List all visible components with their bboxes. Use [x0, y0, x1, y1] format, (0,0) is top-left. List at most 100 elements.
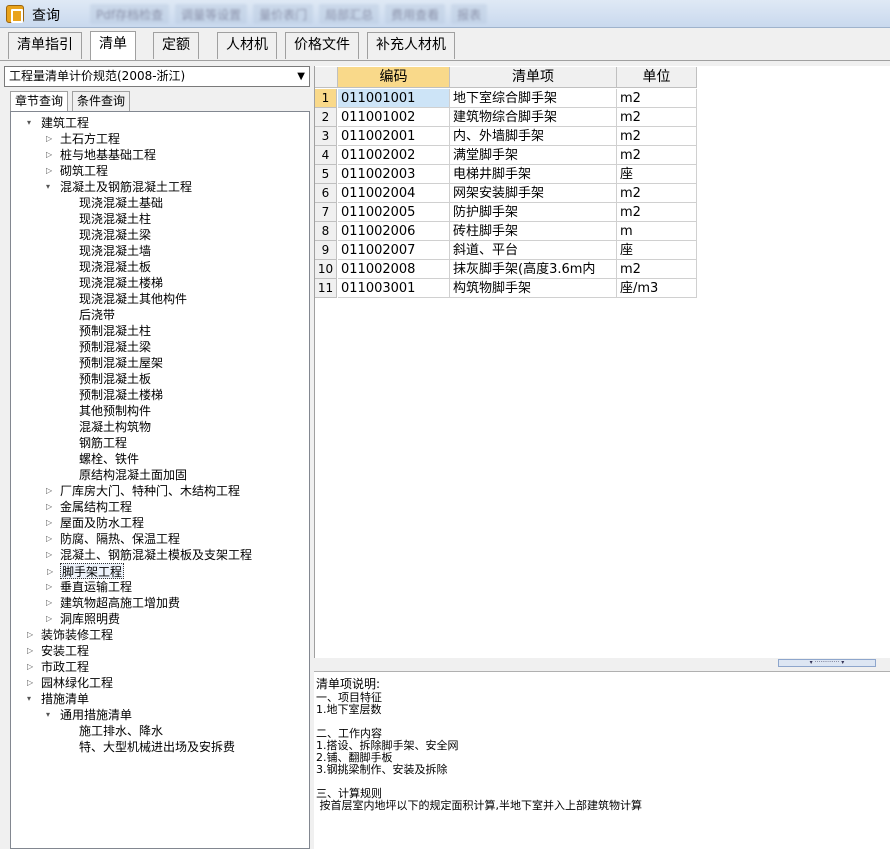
tree-node[interactable]: 施工排水、降水 [79, 723, 163, 739]
row-number[interactable]: 1 [315, 89, 337, 108]
tree-node[interactable]: 现浇混凝土柱 [79, 211, 151, 227]
row-number[interactable]: 3 [315, 127, 337, 146]
tree-node[interactable]: 预制混凝土板 [79, 371, 151, 387]
grid-cell[interactable]: 011002004 [338, 184, 450, 203]
row-number[interactable]: 5 [315, 165, 337, 184]
tree-node[interactable]: 预制混凝土屋架 [79, 355, 163, 371]
grid-cell[interactable]: m2 [617, 260, 697, 279]
grid-cell[interactable]: 座 [617, 165, 697, 184]
grid-cell[interactable]: m2 [617, 89, 697, 108]
tree-node[interactable]: ▷ 桩与地基基础工程 [46, 147, 156, 163]
tree-node[interactable]: 现浇混凝土其他构件 [79, 291, 187, 307]
grid-cell[interactable]: m2 [617, 127, 697, 146]
tree-node[interactable]: ▾ 通用措施清单 [46, 707, 132, 723]
tab-0[interactable]: 清单指引 [8, 32, 82, 59]
tree-node[interactable]: ▷ 防腐、隔热、保温工程 [46, 531, 180, 547]
grid-cell[interactable]: 座/m3 [617, 279, 697, 298]
grid-cell[interactable]: 011002005 [338, 203, 450, 222]
tree-node[interactable]: ▷ 洞库照明费 [46, 611, 120, 627]
tab-5[interactable]: 补充人材机 [367, 32, 455, 59]
row-number[interactable]: 10 [315, 260, 337, 279]
tree-node[interactable]: 预制混凝土梁 [79, 339, 151, 355]
tree-node[interactable]: ▷ 市政工程 [27, 659, 89, 675]
tree-toggle-icon[interactable]: ▷ [27, 627, 37, 643]
grid-cell[interactable]: 构筑物脚手架 [450, 279, 617, 298]
tree-node[interactable]: 螺栓、铁件 [79, 451, 139, 467]
grid-cell[interactable]: 011002002 [338, 146, 450, 165]
tree-node[interactable]: 现浇混凝土楼梯 [79, 275, 163, 291]
tree-node[interactable]: 原结构混凝土面加固 [79, 467, 187, 483]
tree-node[interactable]: ▷ 混凝土、钢筋混凝土模板及支架工程 [46, 547, 252, 563]
grid-cell[interactable]: 斜道、平台 [450, 241, 617, 260]
tree-toggle-icon[interactable]: ▷ [46, 499, 56, 515]
spec-dropdown[interactable]: 工程量清单计价规范(2008-浙江) ▼ [4, 66, 310, 87]
row-number[interactable]: 7 [315, 203, 337, 222]
row-number[interactable]: 9 [315, 241, 337, 260]
grid-cell[interactable]: m2 [617, 146, 697, 165]
tree-toggle-icon[interactable]: ▷ [46, 163, 56, 179]
grid-cell[interactable]: 抹灰脚手架(高度3.6m内 [450, 260, 617, 279]
tab-3[interactable]: 人材机 [217, 32, 277, 59]
tree-toggle-icon[interactable]: ▷ [46, 483, 56, 499]
tree-node[interactable]: ▾ 混凝土及钢筋混凝土工程 [46, 179, 192, 195]
splitter-handle[interactable]: ▾ ············· ▾ [778, 659, 876, 667]
tree-node[interactable]: 现浇混凝土板 [79, 259, 151, 275]
tree-toggle-icon[interactable]: ▷ [46, 515, 56, 531]
tree-node[interactable]: ▷ 屋面及防水工程 [46, 515, 144, 531]
subtab-condition[interactable]: 条件查询 [72, 91, 131, 111]
tree-node[interactable]: ▷ 砌筑工程 [46, 163, 108, 179]
tree-node[interactable]: 预制混凝土楼梯 [79, 387, 163, 403]
tree-toggle-icon[interactable]: ▾ [27, 691, 37, 707]
subtab-chapter[interactable]: 章节查询 [10, 91, 69, 112]
grid-cell[interactable]: 011002007 [338, 241, 450, 260]
tree-node[interactable]: ▷ 脚手架工程 [47, 563, 125, 579]
grid-cell[interactable]: m [617, 222, 697, 241]
grid-cell[interactable]: 011002008 [338, 260, 450, 279]
row-number[interactable]: 6 [315, 184, 337, 203]
tree-node[interactable]: 特、大型机械进出场及安拆费 [79, 739, 235, 755]
row-number[interactable]: 4 [315, 146, 337, 165]
row-number[interactable]: 2 [315, 108, 337, 127]
grid-cell[interactable]: 网架安装脚手架 [450, 184, 617, 203]
tree-node[interactable]: ▷ 土石方工程 [46, 131, 120, 147]
tree-toggle-icon[interactable]: ▷ [46, 131, 56, 147]
tree-toggle-icon[interactable]: ▷ [46, 611, 56, 627]
tree-node[interactable]: ▷ 厂库房大门、特种门、木结构工程 [46, 483, 240, 499]
tab-1[interactable]: 清单 [90, 31, 136, 60]
tree-node[interactable]: ▷ 装饰装修工程 [27, 627, 113, 643]
tree-toggle-icon[interactable]: ▷ [27, 643, 37, 659]
tree-toggle-icon[interactable]: ▾ [27, 115, 37, 131]
dropdown-arrow-icon[interactable]: ▼ [297, 67, 305, 86]
grid-cell[interactable]: 地下室综合脚手架 [450, 89, 617, 108]
grid-cell[interactable]: 011003001 [338, 279, 450, 298]
tree-node[interactable]: 其他预制构件 [79, 403, 151, 419]
tree-toggle-icon[interactable]: ▷ [46, 147, 56, 163]
tree-node[interactable]: ▷ 建筑物超高施工增加费 [46, 595, 180, 611]
tab-4[interactable]: 价格文件 [285, 32, 359, 59]
grid-cell[interactable]: 座 [617, 241, 697, 260]
row-number[interactable]: 11 [315, 279, 337, 298]
tree-toggle-icon[interactable]: ▷ [46, 547, 56, 563]
tree-toggle-icon[interactable]: ▷ [46, 595, 56, 611]
grid-cell[interactable]: 011002006 [338, 222, 450, 241]
tree-node[interactable]: ▾ 建筑工程 [27, 115, 89, 131]
tree-node[interactable]: ▾ 措施清单 [27, 691, 89, 707]
grid-cell[interactable]: 电梯井脚手架 [450, 165, 617, 184]
grid-cell[interactable]: m2 [617, 108, 697, 127]
grid-cell[interactable]: 砖柱脚手架 [450, 222, 617, 241]
tree-toggle-icon[interactable]: ▾ [46, 707, 56, 723]
row-number[interactable]: 8 [315, 222, 337, 241]
tree-node[interactable]: 钢筋工程 [79, 435, 127, 451]
grid-cell[interactable]: m2 [617, 184, 697, 203]
grid-cell[interactable]: 内、外墙脚手架 [450, 127, 617, 146]
tree-node[interactable]: 现浇混凝土梁 [79, 227, 151, 243]
tab-2[interactable]: 定额 [153, 32, 199, 59]
tree-node[interactable]: 现浇混凝土基础 [79, 195, 163, 211]
tree-node[interactable]: 后浇带 [79, 307, 115, 323]
tree-node[interactable]: ▷ 安装工程 [27, 643, 89, 659]
grid-cell[interactable]: 011001001 [338, 89, 450, 108]
grid-cell[interactable]: 满堂脚手架 [450, 146, 617, 165]
grid-cell[interactable]: 建筑物综合脚手架 [450, 108, 617, 127]
grid-cell[interactable]: 防护脚手架 [450, 203, 617, 222]
tree-node[interactable]: 混凝土构筑物 [79, 419, 151, 435]
